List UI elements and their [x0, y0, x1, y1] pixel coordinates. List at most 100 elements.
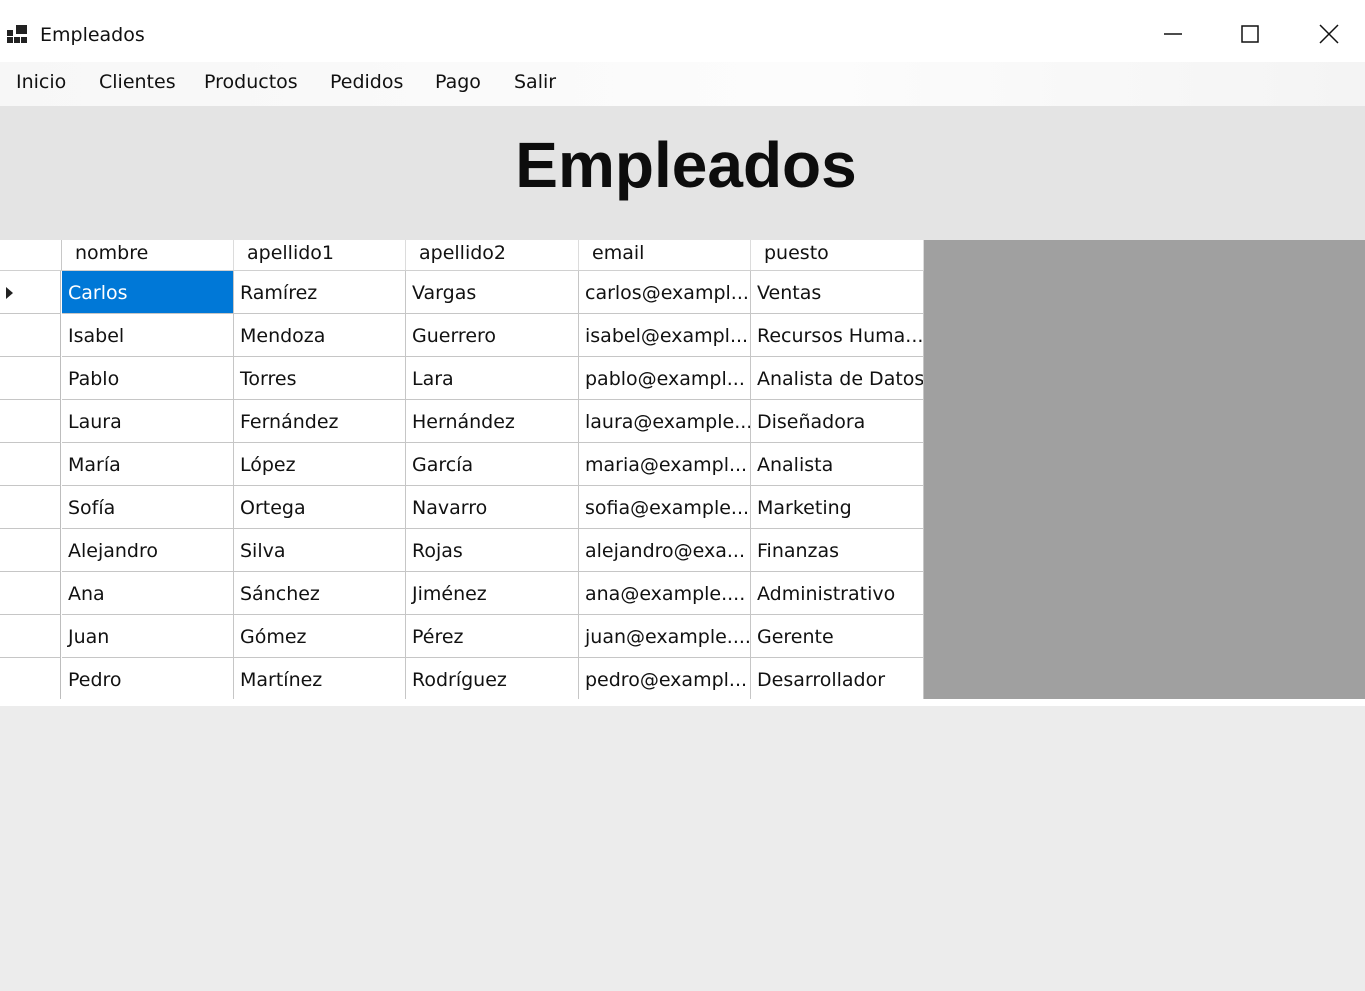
table-cell-nombre[interactable]: Laura	[62, 400, 234, 443]
table-cell-apellido1[interactable]: Gómez	[234, 615, 406, 658]
table-cell-email[interactable]: laura@example...	[579, 400, 751, 443]
table-row[interactable]: Juan Gómez Pérez juan@example.... Gerente	[0, 615, 924, 658]
table-cell-nombre[interactable]: Pedro	[62, 658, 234, 701]
table-cell-puesto[interactable]: Marketing	[751, 486, 924, 529]
table-cell-apellido1[interactable]: Fernández	[234, 400, 406, 443]
row-header[interactable]	[0, 357, 61, 400]
table-cell-email[interactable]: alejandro@exa...	[579, 529, 751, 572]
table-cell-nombre[interactable]: Carlos	[62, 271, 234, 314]
row-header[interactable]	[0, 400, 61, 443]
table-cell-apellido1[interactable]: Torres	[234, 357, 406, 400]
table-cell-puesto[interactable]: Ventas	[751, 271, 924, 314]
employees-grid[interactable]: nombre apellido1 apellido2 email puesto …	[0, 240, 1365, 706]
column-header-puesto[interactable]: puesto	[751, 240, 924, 270]
menu-item-pago[interactable]: Pago	[435, 62, 481, 106]
maximize-icon	[1241, 25, 1259, 43]
window-title: Empleados	[40, 24, 145, 46]
table-cell-apellido1[interactable]: López	[234, 443, 406, 486]
table-cell-nombre[interactable]: Pablo	[62, 357, 234, 400]
table-cell-apellido2[interactable]: Navarro	[406, 486, 579, 529]
table-cell-nombre[interactable]: Alejandro	[62, 529, 234, 572]
table-cell-apellido2[interactable]: Lara	[406, 357, 579, 400]
column-header-nombre[interactable]: nombre	[62, 240, 234, 270]
row-header[interactable]	[0, 572, 61, 615]
table-cell-nombre[interactable]: Isabel	[62, 314, 234, 357]
menu-item-inicio[interactable]: Inicio	[16, 62, 66, 106]
table-row[interactable]: Pedro Martínez Rodríguez pedro@exampl... Des…	[0, 658, 924, 701]
menu-item-productos[interactable]: Productos	[204, 62, 298, 106]
table-cell-email[interactable]: ana@example....	[579, 572, 751, 615]
table-row[interactable]: Isabel Mendoza Guerrero isabel@exampl... Rec…	[0, 314, 924, 357]
table-row[interactable]: María López García maria@exampl... Analista	[0, 443, 924, 486]
table-cell-apellido1[interactable]: Ramírez	[234, 271, 406, 314]
maximize-button[interactable]	[1227, 14, 1273, 54]
table-cell-puesto[interactable]: Recursos Huma...	[751, 314, 924, 357]
table-row[interactable]: Laura Fernández Hernández laura@example... D…	[0, 400, 924, 443]
close-button[interactable]	[1306, 14, 1352, 54]
table-cell-email[interactable]: pablo@exampl...	[579, 357, 751, 400]
table-cell-puesto[interactable]: Diseñadora	[751, 400, 924, 443]
table-cell-email[interactable]: sofia@example...	[579, 486, 751, 529]
grid-bottom-border	[0, 699, 1365, 706]
table-cell-nombre[interactable]: Juan	[62, 615, 234, 658]
table-cell-nombre[interactable]: Sofía	[62, 486, 234, 529]
table-row[interactable]: Alejandro Silva Rojas alejandro@exa... Finan…	[0, 529, 924, 572]
column-header-label: email	[592, 242, 645, 264]
column-header-label: apellido2	[419, 242, 507, 264]
table-cell-nombre[interactable]: María	[62, 443, 234, 486]
table-cell-email[interactable]: carlos@exampl...	[579, 271, 751, 314]
column-header-email[interactable]: email	[579, 240, 751, 270]
table-cell-apellido2[interactable]: Jiménez	[406, 572, 579, 615]
header-panel: Empleados	[0, 106, 1365, 240]
title-bar[interactable]: Empleados	[0, 0, 1365, 62]
table-cell-apellido1[interactable]: Martínez	[234, 658, 406, 701]
grid-corner-header[interactable]	[0, 240, 62, 270]
column-header-label: nombre	[75, 242, 149, 264]
minimize-button[interactable]	[1150, 14, 1196, 54]
column-header-row: nombre apellido1 apellido2 email puesto	[0, 240, 924, 271]
table-cell-puesto[interactable]: Gerente	[751, 615, 924, 658]
column-header-apellido1[interactable]: apellido1	[234, 240, 406, 270]
table-cell-apellido1[interactable]: Mendoza	[234, 314, 406, 357]
table-cell-email[interactable]: maria@exampl...	[579, 443, 751, 486]
table-cell-puesto[interactable]: Analista	[751, 443, 924, 486]
table-cell-email[interactable]: isabel@exampl...	[579, 314, 751, 357]
table-cell-apellido1[interactable]: Ortega	[234, 486, 406, 529]
close-icon	[1319, 24, 1339, 44]
column-header-label: puesto	[764, 242, 829, 264]
row-header[interactable]	[0, 486, 61, 529]
table-cell-puesto[interactable]: Finanzas	[751, 529, 924, 572]
row-header[interactable]	[0, 443, 61, 486]
table-row[interactable]: Sofía Ortega Navarro sofia@example... Market…	[0, 486, 924, 529]
table-row[interactable]: Pablo Torres Lara pablo@exampl... Analista d…	[0, 357, 924, 400]
table-cell-puesto[interactable]: Administrativo	[751, 572, 924, 615]
table-cell-apellido2[interactable]: Vargas	[406, 271, 579, 314]
row-header[interactable]	[0, 314, 61, 357]
menu-item-salir[interactable]: Salir	[514, 62, 556, 106]
table-cell-apellido2[interactable]: Rodríguez	[406, 658, 579, 701]
menu-item-pedidos[interactable]: Pedidos	[330, 62, 403, 106]
table-cell-apellido2[interactable]: Pérez	[406, 615, 579, 658]
table-cell-puesto[interactable]: Desarrollador	[751, 658, 924, 701]
table-row[interactable]: Carlos Ramírez Vargas carlos@exampl... Venta…	[0, 271, 924, 314]
row-header[interactable]	[0, 529, 61, 572]
row-pointer-icon	[6, 287, 13, 299]
table-cell-apellido2[interactable]: Hernández	[406, 400, 579, 443]
row-header[interactable]	[0, 271, 61, 314]
row-header[interactable]	[0, 658, 61, 701]
page-title: Empleados	[515, 129, 857, 201]
table-cell-email[interactable]: pedro@exampl...	[579, 658, 751, 701]
row-header[interactable]	[0, 615, 61, 658]
table-cell-apellido2[interactable]: Rojas	[406, 529, 579, 572]
table-row[interactable]: Ana Sánchez Jiménez ana@example.... Administ…	[0, 572, 924, 615]
table-cell-apellido1[interactable]: Sánchez	[234, 572, 406, 615]
table-cell-nombre[interactable]: Ana	[62, 572, 234, 615]
table-cell-puesto[interactable]: Analista de Datos	[751, 357, 924, 400]
app-window-icon	[7, 25, 27, 43]
table-cell-apellido2[interactable]: Guerrero	[406, 314, 579, 357]
table-cell-email[interactable]: juan@example....	[579, 615, 751, 658]
table-cell-apellido1[interactable]: Silva	[234, 529, 406, 572]
table-cell-apellido2[interactable]: García	[406, 443, 579, 486]
menu-item-clientes[interactable]: Clientes	[99, 62, 176, 106]
column-header-apellido2[interactable]: apellido2	[406, 240, 579, 270]
